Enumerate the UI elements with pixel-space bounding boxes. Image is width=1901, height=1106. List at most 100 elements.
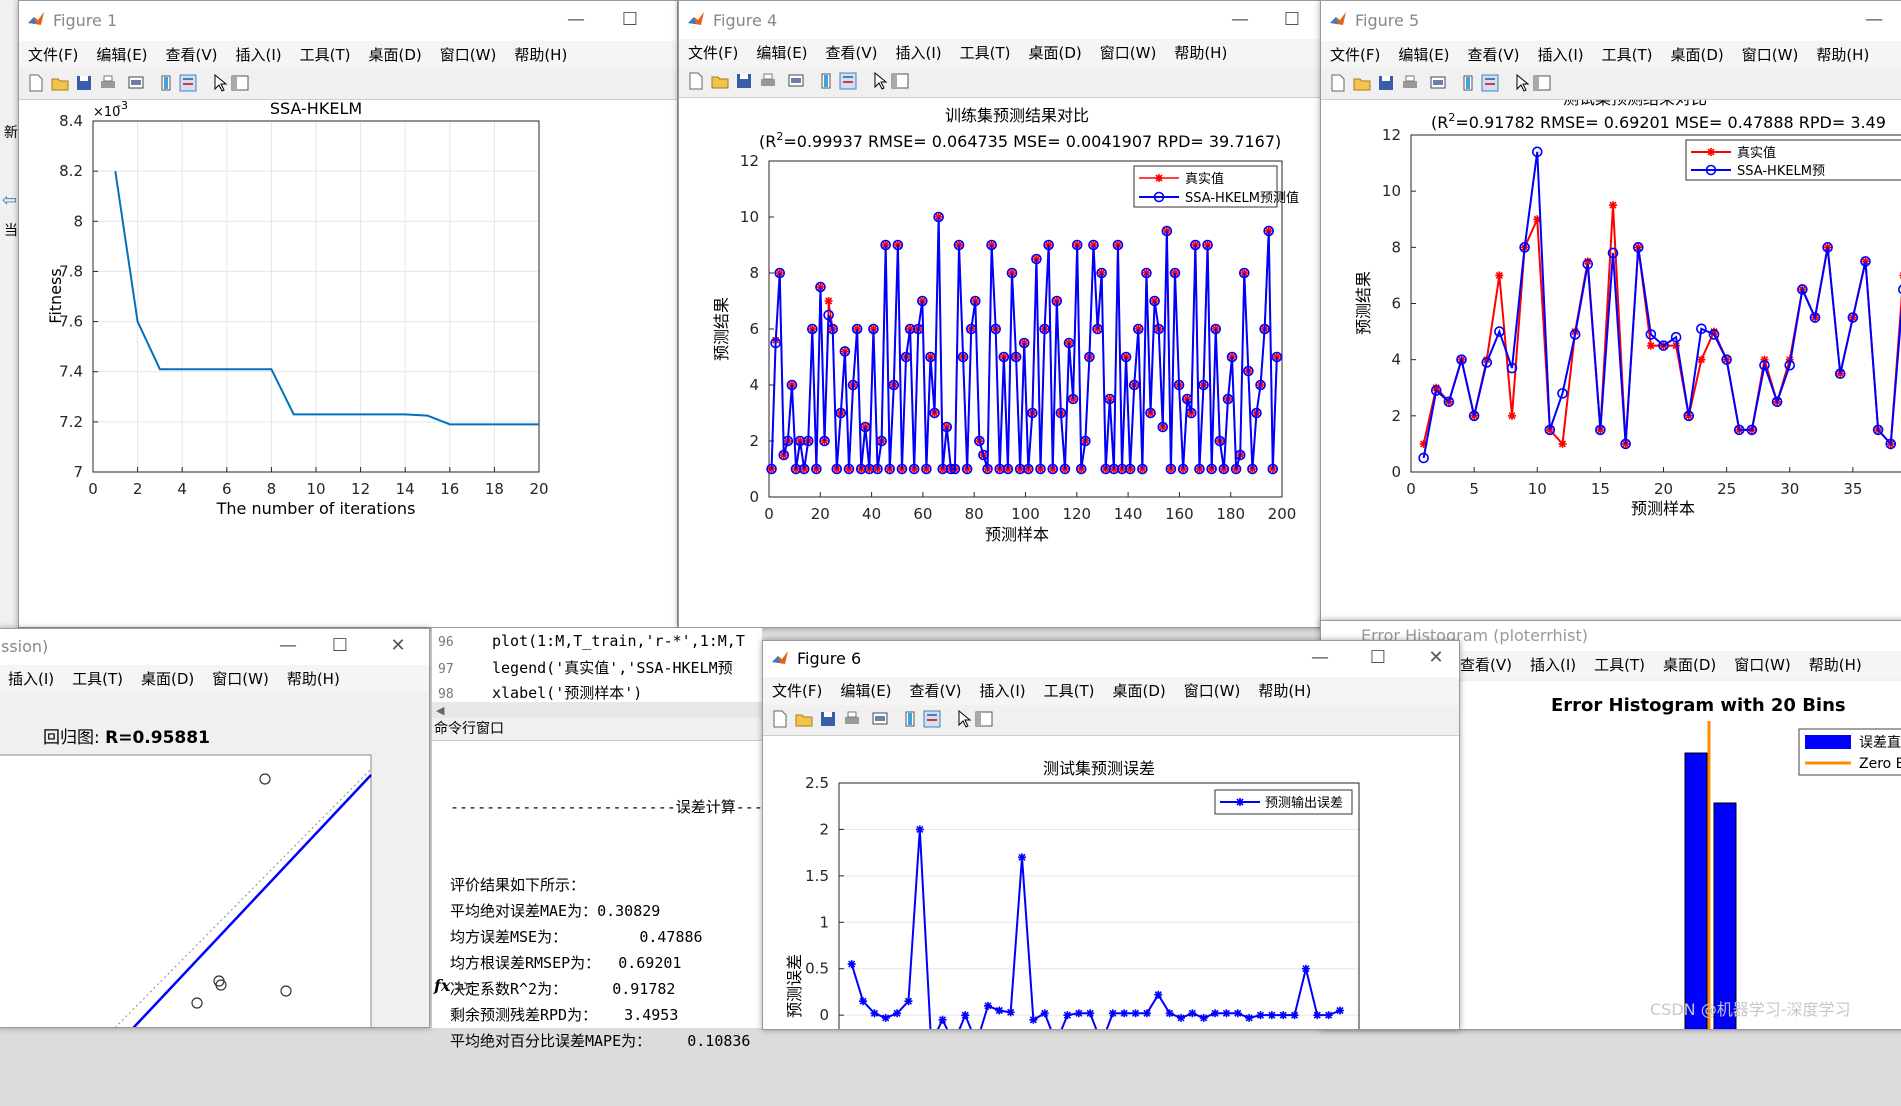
link-plot-icon[interactable] bbox=[1429, 74, 1449, 94]
menu-item[interactable]: 编辑(E) bbox=[747, 39, 816, 67]
menu-item[interactable]: 帮助(H) bbox=[1800, 651, 1871, 679]
menu-item[interactable]: 编辑(E) bbox=[1389, 41, 1458, 69]
command-prompt[interactable]: >> bbox=[454, 976, 473, 995]
insert-colorbar-icon[interactable] bbox=[157, 74, 177, 94]
save-icon[interactable] bbox=[819, 710, 839, 730]
close-button[interactable]: ✕ bbox=[1419, 645, 1453, 671]
pointer-icon[interactable] bbox=[955, 709, 975, 730]
menu-item[interactable]: 查看(V) bbox=[901, 677, 971, 705]
open-file-icon[interactable] bbox=[51, 74, 71, 94]
menu-item[interactable]: 插入(I) bbox=[1521, 651, 1585, 679]
maximize-button[interactable]: ☐ bbox=[1275, 7, 1309, 33]
maximize-button[interactable]: ☐ bbox=[323, 633, 357, 659]
menu-item[interactable]: 文件(F) bbox=[763, 677, 831, 705]
insert-legend-icon[interactable] bbox=[923, 710, 943, 730]
menu-item[interactable]: 窗口(W) bbox=[1091, 39, 1166, 67]
figure1-titlebar[interactable]: Figure 1 — ☐ bbox=[19, 1, 677, 41]
menu-item[interactable]: 窗口(W) bbox=[1733, 41, 1808, 69]
menu-item[interactable]: 工具(T) bbox=[951, 39, 1020, 67]
link-plot-icon[interactable] bbox=[787, 72, 807, 92]
menu-item[interactable]: 编辑(E) bbox=[87, 41, 156, 69]
fx-icon[interactable]: fx bbox=[434, 976, 450, 995]
menu-item[interactable]: 文件(F) bbox=[1321, 41, 1389, 69]
menu-item[interactable]: 插入(I) bbox=[1529, 41, 1593, 69]
menu-item[interactable]: 插入(I) bbox=[887, 39, 951, 67]
pointer-icon[interactable] bbox=[211, 73, 231, 94]
menu-item[interactable]: 文件(F) bbox=[19, 41, 87, 69]
menu-item[interactable]: 查看(V) bbox=[157, 41, 227, 69]
minimize-button[interactable]: — bbox=[271, 633, 305, 659]
menu-item[interactable]: 工具(T) bbox=[63, 665, 132, 693]
print-icon[interactable] bbox=[99, 74, 119, 94]
menu-item[interactable]: 插入(I) bbox=[0, 665, 63, 693]
menu-item[interactable]: 帮助(H) bbox=[1165, 39, 1236, 67]
insert-legend-icon[interactable] bbox=[179, 74, 199, 94]
menu-item[interactable]: 桌面(D) bbox=[132, 665, 203, 693]
menu-item[interactable]: 帮助(H) bbox=[1807, 41, 1878, 69]
menu-item[interactable]: 窗口(W) bbox=[1725, 651, 1800, 679]
menu-item[interactable]: 工具(T) bbox=[1593, 41, 1662, 69]
menu-item[interactable]: 工具(T) bbox=[1035, 677, 1104, 705]
figure6-titlebar[interactable]: Figure 6 — ☐ ✕ bbox=[763, 641, 1459, 677]
save-icon[interactable] bbox=[75, 74, 95, 94]
menu-item[interactable]: 桌面(D) bbox=[360, 41, 431, 69]
menu-item[interactable]: 桌面(D) bbox=[1020, 39, 1091, 67]
link-plot-icon[interactable] bbox=[127, 74, 147, 94]
menu-item[interactable]: 文件(F) bbox=[679, 39, 747, 67]
menu-item[interactable]: 编辑(E) bbox=[831, 677, 900, 705]
link-plot-icon[interactable] bbox=[871, 710, 891, 730]
new-figure-icon[interactable] bbox=[27, 74, 47, 94]
menu-item[interactable]: 工具(T) bbox=[1585, 651, 1654, 679]
editor-line[interactable]: 96 plot(1:M,T_train,'r-*',1:M,T bbox=[432, 632, 745, 657]
scroll-left-icon[interactable]: ◀ bbox=[436, 704, 444, 717]
regression-titlebar[interactable]: ssion) — ☐ ✕ bbox=[0, 629, 429, 665]
maximize-button[interactable]: ☐ bbox=[613, 7, 647, 33]
minimize-button[interactable]: — bbox=[559, 7, 593, 33]
property-inspector-icon[interactable] bbox=[891, 72, 911, 92]
minimize-button[interactable]: — bbox=[1223, 7, 1257, 33]
new-figure-icon[interactable] bbox=[771, 710, 791, 730]
pointer-icon[interactable] bbox=[1513, 73, 1533, 94]
menu-item[interactable]: 桌面(D) bbox=[1654, 651, 1725, 679]
minimize-button[interactable]: — bbox=[1303, 645, 1337, 671]
property-inspector-icon[interactable] bbox=[975, 710, 995, 730]
menu-item[interactable]: 窗口(W) bbox=[1175, 677, 1250, 705]
editor-line[interactable]: 97 legend('真实值','SSA-HKELM预 bbox=[432, 657, 745, 682]
print-icon[interactable] bbox=[843, 710, 863, 730]
save-icon[interactable] bbox=[1377, 74, 1397, 94]
new-figure-icon[interactable] bbox=[687, 72, 707, 92]
menu-item[interactable]: 帮助(H) bbox=[1249, 677, 1320, 705]
menu-item[interactable]: 帮助(H) bbox=[505, 41, 576, 69]
menu-item[interactable]: 插入(I) bbox=[971, 677, 1035, 705]
menu-item[interactable]: 帮助(H) bbox=[278, 665, 349, 693]
new-figure-icon[interactable] bbox=[1329, 74, 1349, 94]
menu-item[interactable]: 插入(I) bbox=[227, 41, 291, 69]
minimize-button[interactable]: — bbox=[1857, 7, 1891, 33]
menu-item[interactable]: 工具(T) bbox=[291, 41, 360, 69]
background-back-arrow-icon[interactable]: ⇦ bbox=[2, 190, 17, 211]
menu-item[interactable]: 查看(V) bbox=[1459, 41, 1529, 69]
save-icon[interactable] bbox=[735, 72, 755, 92]
open-file-icon[interactable] bbox=[711, 72, 731, 92]
open-file-icon[interactable] bbox=[795, 710, 815, 730]
print-icon[interactable] bbox=[1401, 74, 1421, 94]
print-icon[interactable] bbox=[759, 72, 779, 92]
close-button[interactable]: ✕ bbox=[381, 633, 415, 659]
figure5-titlebar[interactable]: Figure 5 — bbox=[1321, 1, 1901, 41]
editor-scrollbar[interactable]: ◀ bbox=[432, 702, 762, 718]
insert-legend-icon[interactable] bbox=[1481, 74, 1501, 94]
insert-colorbar-icon[interactable] bbox=[817, 72, 837, 92]
menu-item[interactable]: 查看(V) bbox=[817, 39, 887, 67]
insert-legend-icon[interactable] bbox=[839, 72, 859, 92]
open-file-icon[interactable] bbox=[1353, 74, 1373, 94]
menu-item[interactable]: 桌面(D) bbox=[1662, 41, 1733, 69]
insert-colorbar-icon[interactable] bbox=[901, 710, 921, 730]
menu-item[interactable]: 窗口(W) bbox=[431, 41, 506, 69]
maximize-button[interactable]: ☐ bbox=[1361, 645, 1395, 671]
menu-item[interactable]: 窗口(W) bbox=[203, 665, 278, 693]
figure4-titlebar[interactable]: Figure 4 — ☐ bbox=[679, 1, 1325, 41]
insert-colorbar-icon[interactable] bbox=[1459, 74, 1479, 94]
property-inspector-icon[interactable] bbox=[1533, 74, 1553, 94]
menu-item[interactable]: 查看(V) bbox=[1451, 651, 1521, 679]
menu-item[interactable]: 桌面(D) bbox=[1104, 677, 1175, 705]
